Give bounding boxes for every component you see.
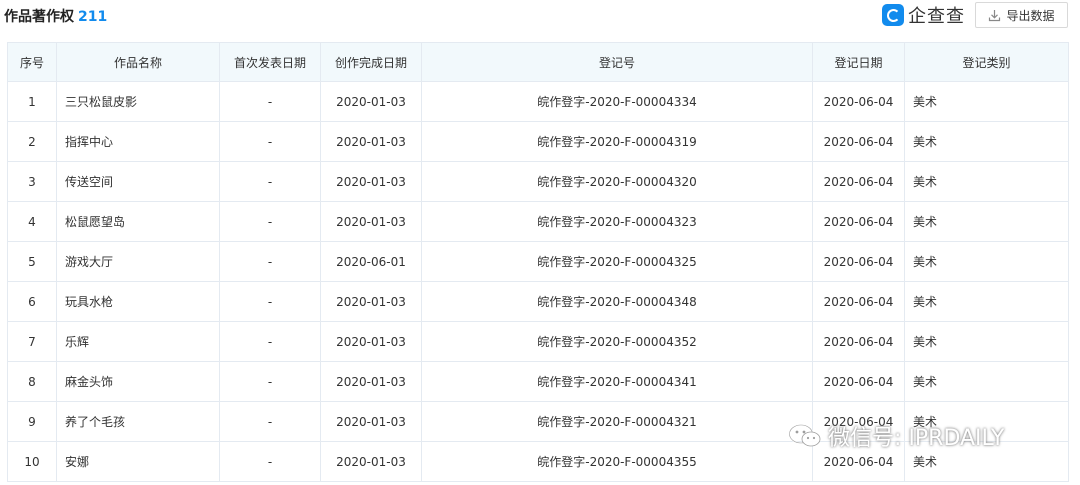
column-header-work-name: 作品名称	[56, 42, 220, 82]
cell-category: 美术	[904, 321, 1069, 362]
cell-work-name: 安娜	[56, 441, 220, 482]
watermark-text: 微信号: IPRDAILY	[828, 426, 1005, 451]
cell-completion-date: 2020-01-03	[320, 121, 422, 162]
wechat-watermark: 微信号: IPRDAILY	[788, 420, 1004, 452]
cell-category: 美术	[904, 281, 1069, 322]
column-header-category: 登记类别	[904, 42, 1069, 82]
cell-registration-number: 皖作登字-2020-F-00004341	[421, 361, 813, 402]
column-header-completion-date: 创作完成日期	[320, 42, 422, 82]
cell-first-publish-date: -	[219, 321, 321, 362]
cell-index: 9	[7, 401, 57, 442]
cell-first-publish-date: -	[219, 281, 321, 322]
cell-work-name: 玩具水枪	[56, 281, 220, 322]
table-row: 2 指挥中心 - 2020-01-03 皖作登字-2020-F-00004319…	[7, 121, 1069, 162]
cell-registration-number: 皖作登字-2020-F-00004334	[421, 81, 813, 122]
cell-completion-date: 2020-01-03	[320, 161, 422, 202]
cell-category: 美术	[904, 121, 1069, 162]
cell-registration-number: 皖作登字-2020-F-00004355	[421, 441, 813, 482]
cell-work-name: 指挥中心	[56, 121, 220, 162]
cell-work-name: 养了个毛孩	[56, 401, 220, 442]
cell-first-publish-date: -	[219, 121, 321, 162]
cell-first-publish-date: -	[219, 241, 321, 282]
cell-work-name: 乐辉	[56, 321, 220, 362]
brand-name: 企查查	[908, 6, 965, 27]
cell-work-name: 传送空间	[56, 161, 220, 202]
cell-first-publish-date: -	[219, 361, 321, 402]
cell-completion-date: 2020-01-03	[320, 81, 422, 122]
cell-completion-date: 2020-01-03	[320, 361, 422, 402]
cell-category: 美术	[904, 241, 1069, 282]
table-row: 3 传送空间 - 2020-01-03 皖作登字-2020-F-00004320…	[7, 161, 1069, 202]
download-icon	[989, 9, 1001, 21]
cell-registration-number: 皖作登字-2020-F-00004319	[421, 121, 813, 162]
cell-index: 2	[7, 121, 57, 162]
export-data-button[interactable]: 导出数据	[975, 2, 1068, 28]
table-row: 5 游戏大厅 - 2020-06-01 皖作登字-2020-F-00004325…	[7, 241, 1069, 282]
cell-registration-date: 2020-06-04	[812, 241, 905, 282]
cell-completion-date: 2020-01-03	[320, 441, 422, 482]
cell-work-name: 麻金头饰	[56, 361, 220, 402]
table-row: 8 麻金头饰 - 2020-01-03 皖作登字-2020-F-00004341…	[7, 361, 1069, 402]
cell-first-publish-date: -	[219, 201, 321, 242]
section-title-text: 作品著作权	[4, 9, 74, 25]
cell-first-publish-date: -	[219, 81, 321, 122]
table-row: 6 玩具水枪 - 2020-01-03 皖作登字-2020-F-00004348…	[7, 281, 1069, 322]
column-header-first-publish-date: 首次发表日期	[219, 42, 321, 82]
wechat-icon	[788, 424, 821, 447]
cell-index: 1	[7, 81, 57, 122]
cell-category: 美术	[904, 161, 1069, 202]
top-bar: 作品著作权 211 企查查 导出数据	[0, 0, 1080, 32]
export-data-label: 导出数据	[1006, 8, 1055, 23]
cell-registration-number: 皖作登字-2020-F-00004323	[421, 201, 813, 242]
cell-registration-number: 皖作登字-2020-F-00004325	[421, 241, 813, 282]
cell-work-name: 游戏大厅	[56, 241, 220, 282]
section-title: 作品著作权 211	[4, 6, 107, 26]
copyright-table: 序号 作品名称 首次发表日期 创作完成日期 登记号 登记日期 登记类别 1 三只…	[7, 42, 1069, 482]
cell-first-publish-date: -	[219, 401, 321, 442]
cell-category: 美术	[904, 361, 1069, 402]
cell-registration-date: 2020-06-04	[812, 281, 905, 322]
cell-registration-date: 2020-06-04	[812, 121, 905, 162]
table-row: 7 乐辉 - 2020-01-03 皖作登字-2020-F-00004352 2…	[7, 321, 1069, 362]
cell-index: 7	[7, 321, 57, 362]
cell-completion-date: 2020-01-03	[320, 321, 422, 362]
cell-work-name: 松鼠愿望岛	[56, 201, 220, 242]
cell-index: 6	[7, 281, 57, 322]
cell-registration-number: 皖作登字-2020-F-00004320	[421, 161, 813, 202]
qichacha-logo-icon	[882, 4, 904, 26]
cell-registration-date: 2020-06-04	[812, 321, 905, 362]
cell-category: 美术	[904, 201, 1069, 242]
column-header-registration-date: 登记日期	[812, 42, 905, 82]
column-header-index: 序号	[7, 42, 57, 82]
cell-completion-date: 2020-06-01	[320, 241, 422, 282]
cell-index: 4	[7, 201, 57, 242]
cell-index: 8	[7, 361, 57, 402]
cell-first-publish-date: -	[219, 161, 321, 202]
cell-completion-date: 2020-01-03	[320, 281, 422, 322]
cell-completion-date: 2020-01-03	[320, 401, 422, 442]
column-header-registration-number: 登记号	[421, 42, 813, 82]
cell-registration-date: 2020-06-04	[812, 201, 905, 242]
cell-index: 10	[7, 441, 57, 482]
table-header-row: 序号 作品名称 首次发表日期 创作完成日期 登记号 登记日期 登记类别	[7, 42, 1069, 82]
cell-registration-number: 皖作登字-2020-F-00004321	[421, 401, 813, 442]
cell-completion-date: 2020-01-03	[320, 201, 422, 242]
cell-index: 5	[7, 241, 57, 282]
cell-registration-number: 皖作登字-2020-F-00004348	[421, 281, 813, 322]
cell-index: 3	[7, 161, 57, 202]
table-row: 1 三只松鼠皮影 - 2020-01-03 皖作登字-2020-F-000043…	[7, 81, 1069, 122]
brand-logo: 企查查	[882, 3, 965, 27]
cell-first-publish-date: -	[219, 441, 321, 482]
cell-registration-date: 2020-06-04	[812, 161, 905, 202]
cell-work-name: 三只松鼠皮影	[56, 81, 220, 122]
record-count: 211	[78, 9, 108, 25]
cell-category: 美术	[904, 81, 1069, 122]
cell-registration-date: 2020-06-04	[812, 361, 905, 402]
cell-registration-date: 2020-06-04	[812, 81, 905, 122]
table-row: 4 松鼠愿望岛 - 2020-01-03 皖作登字-2020-F-0000432…	[7, 201, 1069, 242]
cell-registration-number: 皖作登字-2020-F-00004352	[421, 321, 813, 362]
